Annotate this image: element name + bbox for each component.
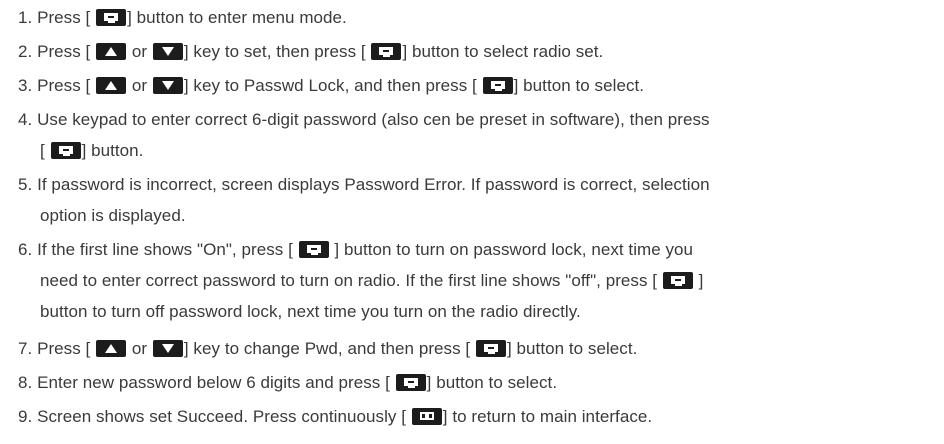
step-text: ] button to turn on password lock, next … xyxy=(334,240,694,259)
step-text: Use keypad to enter correct 6-digit pass… xyxy=(37,110,710,129)
menu-key-icon xyxy=(482,77,513,94)
down-arrow-key-icon xyxy=(152,43,183,60)
step-number: 6. xyxy=(18,240,33,259)
menu-key-icon xyxy=(395,374,426,391)
up-arrow-key-icon xyxy=(96,77,127,94)
return-key-icon xyxy=(411,408,442,425)
up-arrow-key-icon xyxy=(96,340,127,357)
step-text: Screen shows set Succeed. Press continuo… xyxy=(37,407,406,426)
menu-key-icon xyxy=(475,340,506,357)
step-4: 4. Use keypad to enter correct 6-digit p… xyxy=(18,108,940,162)
step-number: 1. xyxy=(18,8,33,27)
menu-key-icon xyxy=(50,142,81,159)
menu-key-icon xyxy=(371,43,402,60)
step-3: 3. Press [ or ] key to Passwd Lock, and … xyxy=(18,74,940,97)
step-1: 1. Press [ ] button to enter menu mode. xyxy=(18,6,940,29)
step-text: Press [ xyxy=(37,8,91,27)
step-text: Press [ xyxy=(37,76,91,95)
step-text: option is displayed. xyxy=(40,206,186,225)
step-number: 5. xyxy=(18,175,33,194)
step-number: 3. xyxy=(18,76,33,95)
step-number: 4. xyxy=(18,110,33,129)
down-arrow-key-icon xyxy=(152,77,183,94)
step-6: 6. If the first line shows "On", press [… xyxy=(18,238,940,323)
step-8: 8. Enter new password below 6 digits and… xyxy=(18,371,940,394)
step-text: button to turn off password lock, next t… xyxy=(40,302,581,321)
menu-key-icon xyxy=(96,9,127,26)
step-text: ] button to enter menu mode. xyxy=(127,8,347,27)
instruction-document: 1. Press [ ] button to enter menu mode. … xyxy=(0,0,944,444)
step-7: 7. Press [ or ] key to change Pwd, and t… xyxy=(18,337,940,360)
step-9: 9. Screen shows set Succeed. Press conti… xyxy=(18,405,940,428)
step-number: 8. xyxy=(18,373,33,392)
up-arrow-key-icon xyxy=(96,43,127,60)
step-text: Press [ xyxy=(37,42,91,61)
step-text: ] key to Passwd Lock, and then press [ xyxy=(183,76,477,95)
step-text: ] button to select. xyxy=(426,373,558,392)
step-text: or xyxy=(131,76,148,95)
step-number: 2. xyxy=(18,42,33,61)
step-text: ] key to set, then press [ xyxy=(183,42,366,61)
step-5: 5. If password is incorrect, screen disp… xyxy=(18,173,940,227)
step-text: Press [ xyxy=(37,339,91,358)
step-text: ] button to select. xyxy=(513,76,645,95)
step-text: ] to return to main interface. xyxy=(442,407,653,426)
step-text: ] key to change Pwd, and then press [ xyxy=(183,339,471,358)
step-2: 2. Press [ or ] key to set, then press [… xyxy=(18,40,940,63)
step-text: or xyxy=(131,42,148,61)
step-number: 9. xyxy=(18,407,33,426)
step-text: If password is incorrect, screen display… xyxy=(37,175,710,194)
step-text: ] xyxy=(698,271,704,290)
down-arrow-key-icon xyxy=(152,340,183,357)
menu-key-icon xyxy=(298,241,329,258)
step-text: ] button to select. xyxy=(506,339,638,358)
step-text: or xyxy=(131,339,148,358)
step-text: ] button to select radio set. xyxy=(402,42,604,61)
step-text: [ xyxy=(40,141,45,160)
step-text: Enter new password below 6 digits and pr… xyxy=(37,373,390,392)
step-text: If the first line shows "On", press [ xyxy=(37,240,293,259)
step-number: 7. xyxy=(18,339,33,358)
menu-key-icon xyxy=(662,272,693,289)
step-text: need to enter correct password to turn o… xyxy=(40,271,658,290)
step-text: ] button. xyxy=(81,141,144,160)
